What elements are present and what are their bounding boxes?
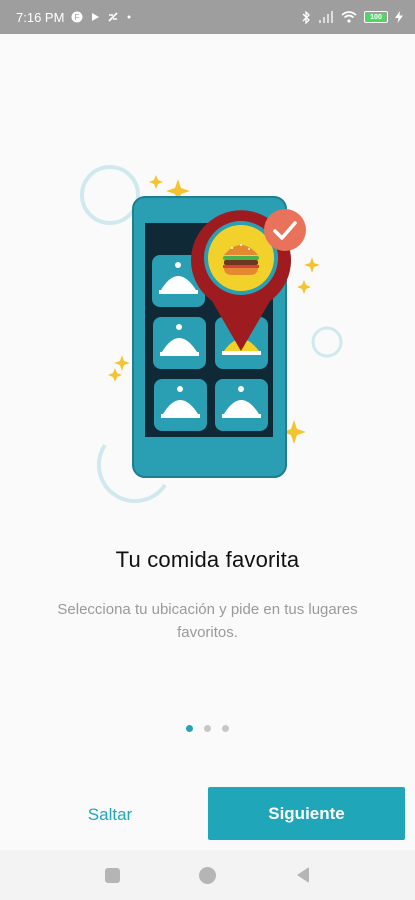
page-dot[interactable] — [204, 725, 211, 732]
home-icon — [199, 866, 216, 884]
recents-icon — [105, 867, 120, 883]
sync-icon — [107, 11, 119, 23]
home-button[interactable] — [198, 865, 218, 885]
wifi-icon — [341, 11, 357, 23]
bluetooth-icon — [301, 10, 311, 24]
charging-icon — [395, 11, 403, 23]
dot-icon — [126, 14, 132, 20]
status-time: 7:16 PM — [16, 9, 65, 25]
onboarding-title: Tu comida favorita — [115, 547, 300, 572]
cloche-icon — [154, 379, 207, 431]
battery-level: 100 — [366, 13, 386, 21]
status-bar: 7:16 PM F 100 — [0, 0, 415, 34]
check-badge-icon — [264, 209, 306, 251]
decorative-ring-right — [311, 326, 343, 358]
skip-button[interactable]: Saltar — [60, 790, 160, 840]
battery-icon: 100 — [364, 11, 388, 23]
back-icon — [296, 867, 309, 883]
status-left: 7:16 PM F — [16, 10, 132, 25]
status-right: 100 — [301, 10, 403, 24]
system-nav-bar — [0, 850, 415, 900]
cloche-icon — [153, 317, 206, 369]
next-button[interactable]: Siguiente — [208, 787, 405, 840]
back-button[interactable] — [293, 865, 313, 885]
page-indicator — [0, 725, 415, 732]
recents-button[interactable] — [103, 865, 123, 885]
notification-icon: F — [71, 11, 83, 23]
play-icon — [90, 12, 100, 22]
onboarding-subtitle: Selecciona tu ubicación y pide en tus lu… — [57, 601, 358, 641]
page-dot[interactable] — [222, 725, 229, 732]
decorative-ring-top-left — [80, 165, 140, 225]
cloche-icon — [215, 379, 268, 431]
onboarding-illustration — [80, 165, 343, 504]
svg-text:F: F — [75, 13, 80, 22]
signal-icon — [318, 11, 334, 23]
page-dot-active[interactable] — [186, 725, 193, 732]
